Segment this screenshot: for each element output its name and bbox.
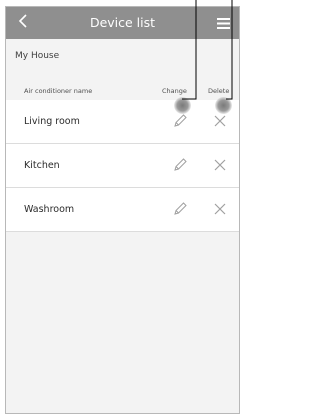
- close-icon: [213, 114, 227, 128]
- device-list-screen: Device list My House Air conditioner nam…: [5, 6, 240, 414]
- delete-button[interactable]: [213, 202, 227, 216]
- edit-button[interactable]: [172, 201, 188, 217]
- top-bar: Device list: [6, 7, 239, 39]
- column-header-change: Change: [162, 87, 187, 95]
- pencil-icon: [172, 201, 188, 217]
- device-name: Living room: [24, 116, 80, 127]
- device-name: Washroom: [24, 204, 75, 215]
- back-button[interactable]: [12, 7, 34, 39]
- tap-indicator-change: [174, 97, 191, 114]
- menu-button[interactable]: [211, 7, 235, 39]
- close-icon: [213, 158, 227, 172]
- list-item: Kitchen: [6, 144, 239, 188]
- edit-button[interactable]: [172, 157, 188, 173]
- column-header-name: Air conditioner name: [24, 87, 93, 95]
- close-icon: [213, 202, 227, 216]
- tap-indicator-delete: [215, 97, 232, 114]
- chevron-left-icon: [18, 13, 28, 33]
- page-title: Device list: [89, 15, 156, 30]
- pencil-icon: [172, 157, 188, 173]
- column-header-delete: Delete: [208, 87, 230, 95]
- edit-button[interactable]: [172, 113, 188, 129]
- house-name: My House: [15, 51, 60, 61]
- list-item: Washroom: [6, 188, 239, 232]
- pencil-icon: [172, 113, 188, 129]
- device-name: Kitchen: [24, 160, 60, 171]
- hamburger-menu-icon: [216, 17, 230, 29]
- list-item: Living room: [6, 100, 239, 144]
- device-list: Living room Kitchen Washroom: [6, 100, 239, 232]
- delete-button[interactable]: [213, 114, 227, 128]
- delete-button[interactable]: [213, 158, 227, 172]
- column-headers: Air conditioner name Change Delete: [6, 87, 239, 101]
